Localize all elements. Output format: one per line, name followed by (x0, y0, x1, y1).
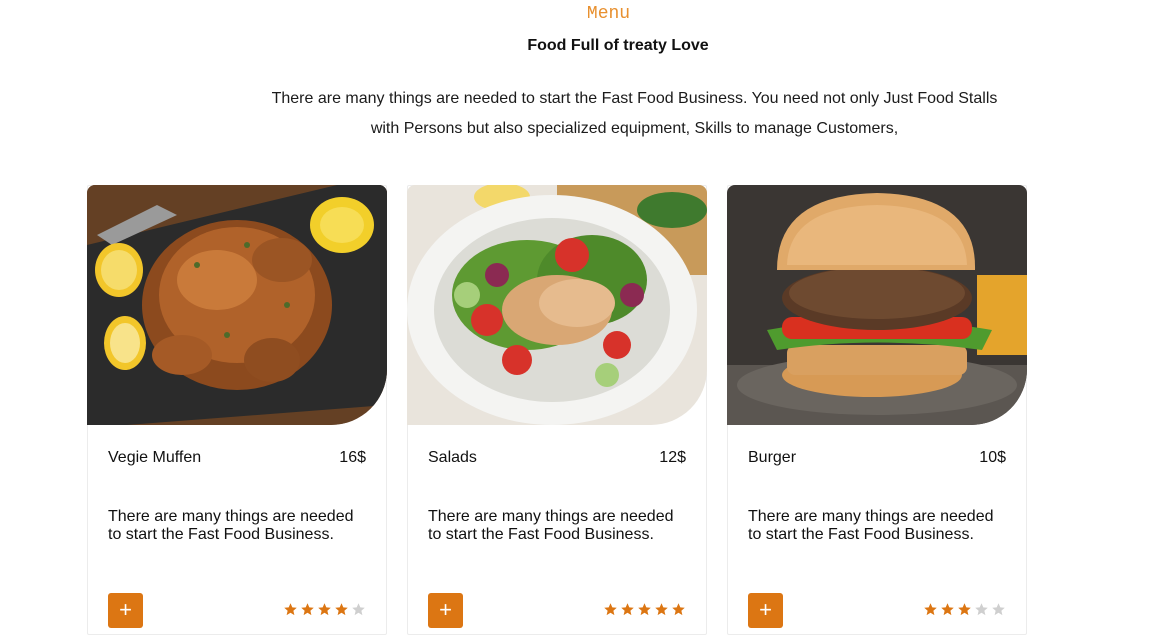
menu-card: Burger 10$ There are many things are nee… (727, 185, 1027, 635)
star-filled-icon (604, 603, 617, 616)
item-description: There are many things are needed to star… (108, 508, 354, 543)
menu-card: Vegie Muffen 16$ There are many things a… (87, 185, 387, 635)
item-name: Burger (748, 449, 797, 466)
star-filled-icon (924, 603, 937, 616)
star-filled-icon (301, 603, 314, 616)
item-name: Salads (428, 449, 477, 466)
menu-section: Menu Food Full of treaty Love There are … (0, 0, 1172, 644)
section-headline: Food Full of treaty Love (527, 37, 709, 54)
roast-chicken-photo (87, 185, 387, 425)
section-intro: There are many things are needed to star… (271, 90, 998, 137)
star-empty-icon (975, 603, 988, 616)
star-empty-icon (352, 603, 365, 616)
item-description: There are many things are needed to star… (428, 508, 674, 543)
chicken-salad-photo (407, 185, 707, 425)
star-filled-icon (655, 603, 668, 616)
menu-card: Salads 12$ There are many things are nee… (407, 185, 707, 635)
item-name: Vegie Muffen (108, 449, 202, 466)
add-to-cart-button[interactable]: + (428, 593, 463, 628)
star-filled-icon (672, 603, 685, 616)
rating-stars (603, 602, 686, 618)
star-filled-icon (335, 603, 348, 616)
star-filled-icon (958, 603, 971, 616)
rating-stars (283, 602, 366, 618)
add-to-cart-button[interactable]: + (108, 593, 143, 628)
star-filled-icon (638, 603, 651, 616)
star-empty-icon (992, 603, 1005, 616)
item-price: 16$ (339, 449, 366, 466)
star-filled-icon (284, 603, 297, 616)
star-filled-icon (621, 603, 634, 616)
star-filled-icon (941, 603, 954, 616)
star-filled-icon (318, 603, 331, 616)
section-eyebrow: Menu (586, 4, 631, 24)
veggie-burger-photo (727, 185, 1027, 425)
add-to-cart-button[interactable]: + (748, 593, 783, 628)
rating-stars (923, 602, 1006, 618)
item-description: There are many things are needed to star… (748, 508, 994, 543)
item-price: 12$ (659, 449, 686, 466)
item-price: 10$ (979, 449, 1006, 466)
